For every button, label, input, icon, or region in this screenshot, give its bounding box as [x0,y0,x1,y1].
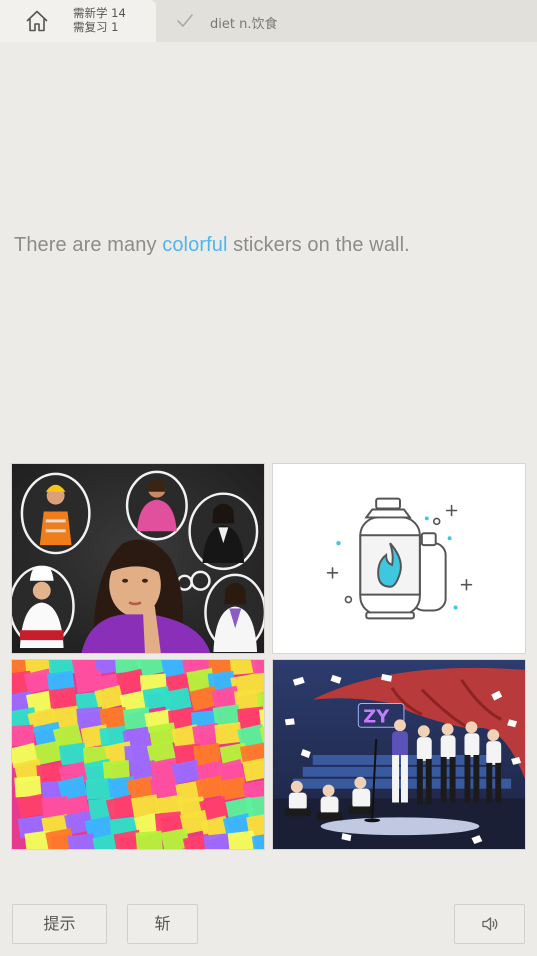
dance-stage-image: ZY [273,660,525,849]
thinking-woman-image [12,464,264,653]
hint-button[interactable]: 提示 [12,904,107,944]
tab-home[interactable]: 需新学 14 需复习 1 [0,0,156,42]
image-option-2[interactable] [272,463,526,654]
home-icon[interactable] [24,8,50,34]
image-option-1[interactable] [11,463,265,654]
gas-cylinder-image [273,464,525,653]
kill-word-button[interactable]: 斩 [127,904,198,944]
example-sentence: There are many colorful stickers on the … [14,234,524,257]
speaker-icon [481,917,497,931]
sentence-target-word: colorful [162,234,228,256]
sticky-notes-image [12,660,264,849]
svg-text:ZY: ZY [363,706,390,727]
check-icon [177,14,193,27]
play-audio-button[interactable] [454,904,525,944]
study-counts: 需新学 14 需复习 1 [73,6,126,34]
sentence-after: stickers on the wall. [227,234,410,256]
top-bar: 需新学 14 需复习 1 diet n.饮食 [0,0,537,42]
sentence-before: There are many [14,234,163,256]
image-option-4[interactable]: ZY [272,659,526,850]
previous-word-label: diet n.饮食 [210,17,278,32]
new-count: 需新学 14 [73,6,126,20]
review-count: 需复习 1 [73,20,119,34]
tab-previous-word[interactable]: diet n.饮食 [156,0,537,42]
image-option-3[interactable] [11,659,265,850]
